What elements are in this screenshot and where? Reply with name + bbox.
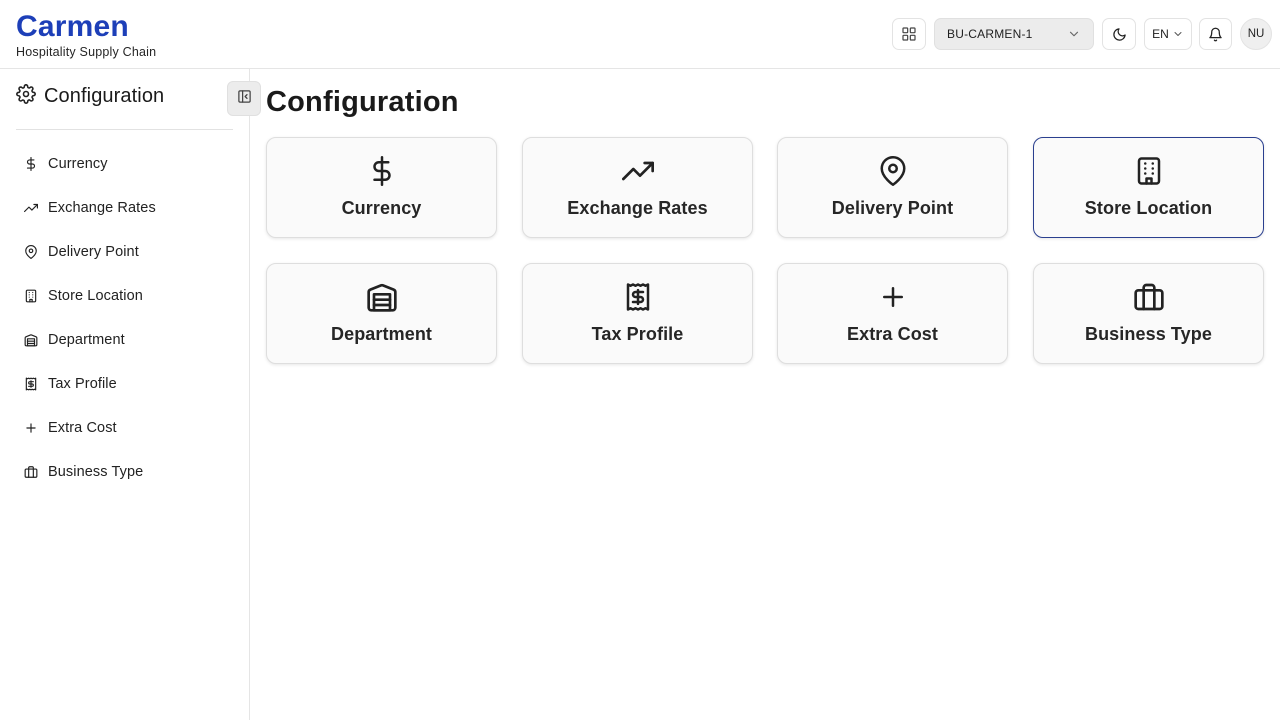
building-icon [24, 289, 38, 303]
sidebar-item-exchange-rates[interactable]: Exchange Rates [16, 186, 233, 230]
card-tax-profile[interactable]: Tax Profile [522, 263, 753, 364]
sidebar-header: Configuration [16, 84, 164, 109]
card-label: Store Location [1084, 198, 1213, 218]
chevron-down-icon [1172, 28, 1184, 40]
sidebar-item-department[interactable]: Department [16, 318, 233, 362]
sidebar-item-currency[interactable]: Currency [16, 142, 233, 186]
dollar-icon [367, 155, 397, 187]
card-delivery-point[interactable]: Delivery Point [777, 137, 1008, 238]
card-label: Business Type [1084, 324, 1212, 344]
business-unit-select[interactable]: BU-CARMEN-1 [934, 18, 1094, 50]
sidebar-item-label: Business Type [48, 464, 144, 480]
card-label: Extra Cost [846, 324, 939, 344]
panel-left-close-icon [237, 89, 252, 109]
card-label: Delivery Point [831, 198, 954, 218]
sidebar-collapse-button[interactable] [227, 81, 261, 116]
top-header: Carmen Hospitality Supply Chain BU-CARME… [0, 0, 1280, 69]
sidebar-nav: Currency Exchange Rates Delivery Point S… [16, 142, 233, 494]
sidebar-item-label: Tax Profile [48, 376, 117, 392]
sidebar: Configuration Currency Exchange Rates De… [0, 69, 261, 720]
brand-subtitle: Hospitality Supply Chain [16, 45, 157, 59]
card-label: Tax Profile [591, 324, 684, 344]
sidebar-item-label: Department [48, 332, 125, 348]
sidebar-item-label: Store Location [48, 288, 143, 304]
sidebar-item-label: Exchange Rates [48, 200, 156, 216]
theme-toggle-button[interactable] [1102, 18, 1136, 50]
card-department[interactable]: Department [266, 263, 497, 364]
bell-icon [1208, 27, 1223, 42]
language-select[interactable]: EN [1144, 18, 1192, 50]
trending-up-icon [24, 201, 38, 215]
briefcase-icon [24, 465, 38, 479]
receipt-icon [623, 281, 653, 313]
card-business-type[interactable]: Business Type [1033, 263, 1264, 364]
page-title: Configuration [266, 86, 459, 118]
user-avatar[interactable]: NU [1240, 18, 1272, 50]
notifications-button[interactable] [1199, 18, 1232, 50]
trending-up-icon [621, 155, 654, 187]
brand[interactable]: Carmen Hospitality Supply Chain [16, 10, 156, 60]
business-unit-value: BU-CARMEN-1 [947, 27, 1033, 41]
plus-icon [878, 281, 908, 313]
card-label: Department [330, 324, 433, 344]
card-extra-cost[interactable]: Extra Cost [777, 263, 1008, 364]
card-label: Currency [341, 198, 422, 218]
card-exchange-rates[interactable]: Exchange Rates [522, 137, 753, 238]
gear-icon [16, 84, 36, 109]
map-pin-icon [24, 245, 38, 259]
building-icon [1134, 155, 1164, 187]
language-value: EN [1152, 27, 1169, 41]
moon-icon [1112, 27, 1127, 42]
sidebar-item-label: Delivery Point [48, 244, 139, 260]
sidebar-item-extra-cost[interactable]: Extra Cost [16, 406, 233, 450]
card-label: Exchange Rates [567, 198, 708, 218]
sidebar-item-delivery-point[interactable]: Delivery Point [16, 230, 233, 274]
card-currency[interactable]: Currency [266, 137, 497, 238]
apps-grid-button[interactable] [892, 18, 926, 50]
sidebar-item-tax-profile[interactable]: Tax Profile [16, 362, 233, 406]
map-pin-icon [878, 155, 908, 187]
sidebar-item-store-location[interactable]: Store Location [16, 274, 233, 318]
receipt-icon [24, 377, 38, 391]
sidebar-divider [16, 129, 233, 130]
grid-icon [901, 26, 917, 42]
brand-title: Carmen [16, 10, 129, 43]
card-store-location[interactable]: Store Location [1033, 137, 1264, 238]
sidebar-item-label: Extra Cost [48, 420, 117, 436]
briefcase-icon [1133, 281, 1165, 313]
dollar-icon [24, 157, 38, 171]
warehouse-icon [366, 281, 398, 313]
sidebar-item-label: Currency [48, 156, 108, 172]
chevron-down-icon [1067, 27, 1081, 41]
sidebar-item-business-type[interactable]: Business Type [16, 450, 233, 494]
warehouse-icon [24, 333, 38, 347]
plus-icon [24, 421, 38, 435]
sidebar-title: Configuration [44, 85, 165, 107]
